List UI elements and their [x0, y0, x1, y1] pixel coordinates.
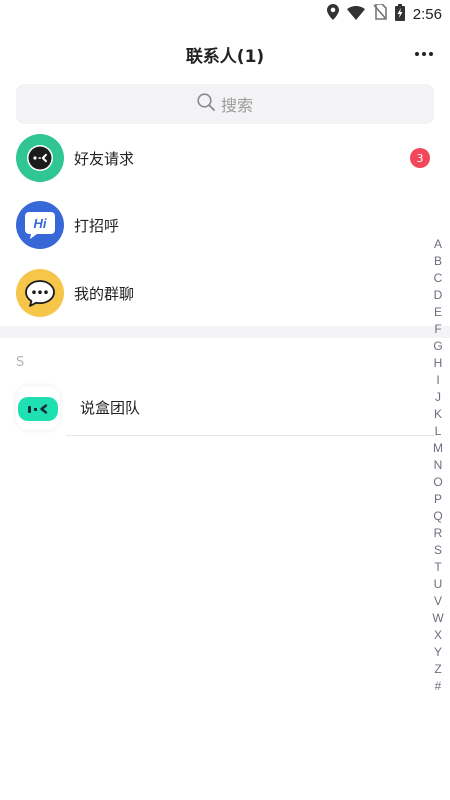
- location-icon: [326, 4, 339, 24]
- index-letter[interactable]: A: [434, 236, 442, 253]
- group-chat-icon: [16, 269, 64, 317]
- index-letter[interactable]: H: [434, 355, 443, 372]
- index-letter[interactable]: D: [434, 287, 443, 304]
- index-letter[interactable]: T: [434, 559, 441, 576]
- index-letter[interactable]: R: [434, 525, 443, 542]
- contact-name: 说盒团队: [80, 399, 141, 417]
- group-chat-label: 我的群聊: [74, 284, 135, 303]
- no-sim-icon: [373, 3, 387, 24]
- group-chat-item[interactable]: 我的群聊: [0, 261, 450, 325]
- index-letter[interactable]: K: [434, 406, 442, 423]
- header: 联系人(1): [0, 28, 450, 80]
- index-letter[interactable]: X: [434, 627, 442, 644]
- say-hi-item[interactable]: Hi 打招呼: [0, 193, 450, 257]
- friend-request-icon: [16, 134, 64, 182]
- shuohe-logo-icon: [18, 397, 58, 421]
- index-letter[interactable]: V: [434, 593, 442, 610]
- more-dot: [429, 52, 433, 56]
- index-letter[interactable]: E: [434, 304, 442, 321]
- wifi-icon: [346, 5, 365, 24]
- search-input[interactable]: 搜索: [16, 84, 434, 124]
- more-button[interactable]: [412, 42, 436, 66]
- friend-request-label: 好友请求: [74, 149, 135, 168]
- contact-avatar: [16, 386, 60, 430]
- say-hi-label: 打招呼: [74, 216, 120, 235]
- page-title: 联系人(1): [185, 47, 265, 67]
- index-letter[interactable]: F: [434, 321, 441, 338]
- status-icons: 2:56: [326, 3, 442, 25]
- more-dots-icon: [415, 52, 419, 56]
- index-letter[interactable]: P: [434, 491, 442, 508]
- more-dot: [422, 52, 426, 56]
- index-letter[interactable]: Z: [434, 661, 441, 678]
- index-letter[interactable]: I: [436, 372, 439, 389]
- index-letter[interactable]: L: [435, 423, 442, 440]
- index-letter[interactable]: #: [435, 678, 442, 695]
- index-letter[interactable]: Q: [433, 508, 442, 525]
- index-letter[interactable]: Y: [434, 644, 442, 661]
- index-letter[interactable]: U: [434, 576, 443, 593]
- hi-icon: Hi: [16, 201, 64, 249]
- status-time: 2:56: [412, 5, 442, 23]
- contact-item[interactable]: 说盒团队: [0, 380, 436, 436]
- index-letter[interactable]: W: [432, 610, 443, 627]
- index-letter[interactable]: J: [435, 389, 441, 406]
- index-letter[interactable]: B: [434, 253, 442, 270]
- row-separator: [66, 435, 436, 436]
- search-icon: [197, 93, 215, 115]
- alphabet-index[interactable]: A B C D E F G H I J K L M N O P Q R S T U V W X Y Z #: [430, 236, 446, 695]
- section-header-s: S: [16, 355, 25, 370]
- index-letter[interactable]: C: [434, 270, 443, 287]
- section-divider: [0, 326, 450, 338]
- friend-request-item[interactable]: 好友请求 3: [0, 126, 450, 190]
- unread-badge: 3: [410, 148, 430, 168]
- index-letter[interactable]: O: [433, 474, 442, 491]
- status-bar: 2:56: [0, 0, 450, 28]
- index-letter[interactable]: N: [434, 457, 443, 474]
- index-letter[interactable]: M: [433, 440, 443, 457]
- battery-charging-icon: [394, 3, 405, 25]
- search-placeholder: 搜索: [220, 96, 253, 115]
- hi-text: Hi: [34, 216, 47, 231]
- index-letter[interactable]: S: [434, 542, 442, 559]
- index-letter[interactable]: G: [433, 338, 442, 355]
